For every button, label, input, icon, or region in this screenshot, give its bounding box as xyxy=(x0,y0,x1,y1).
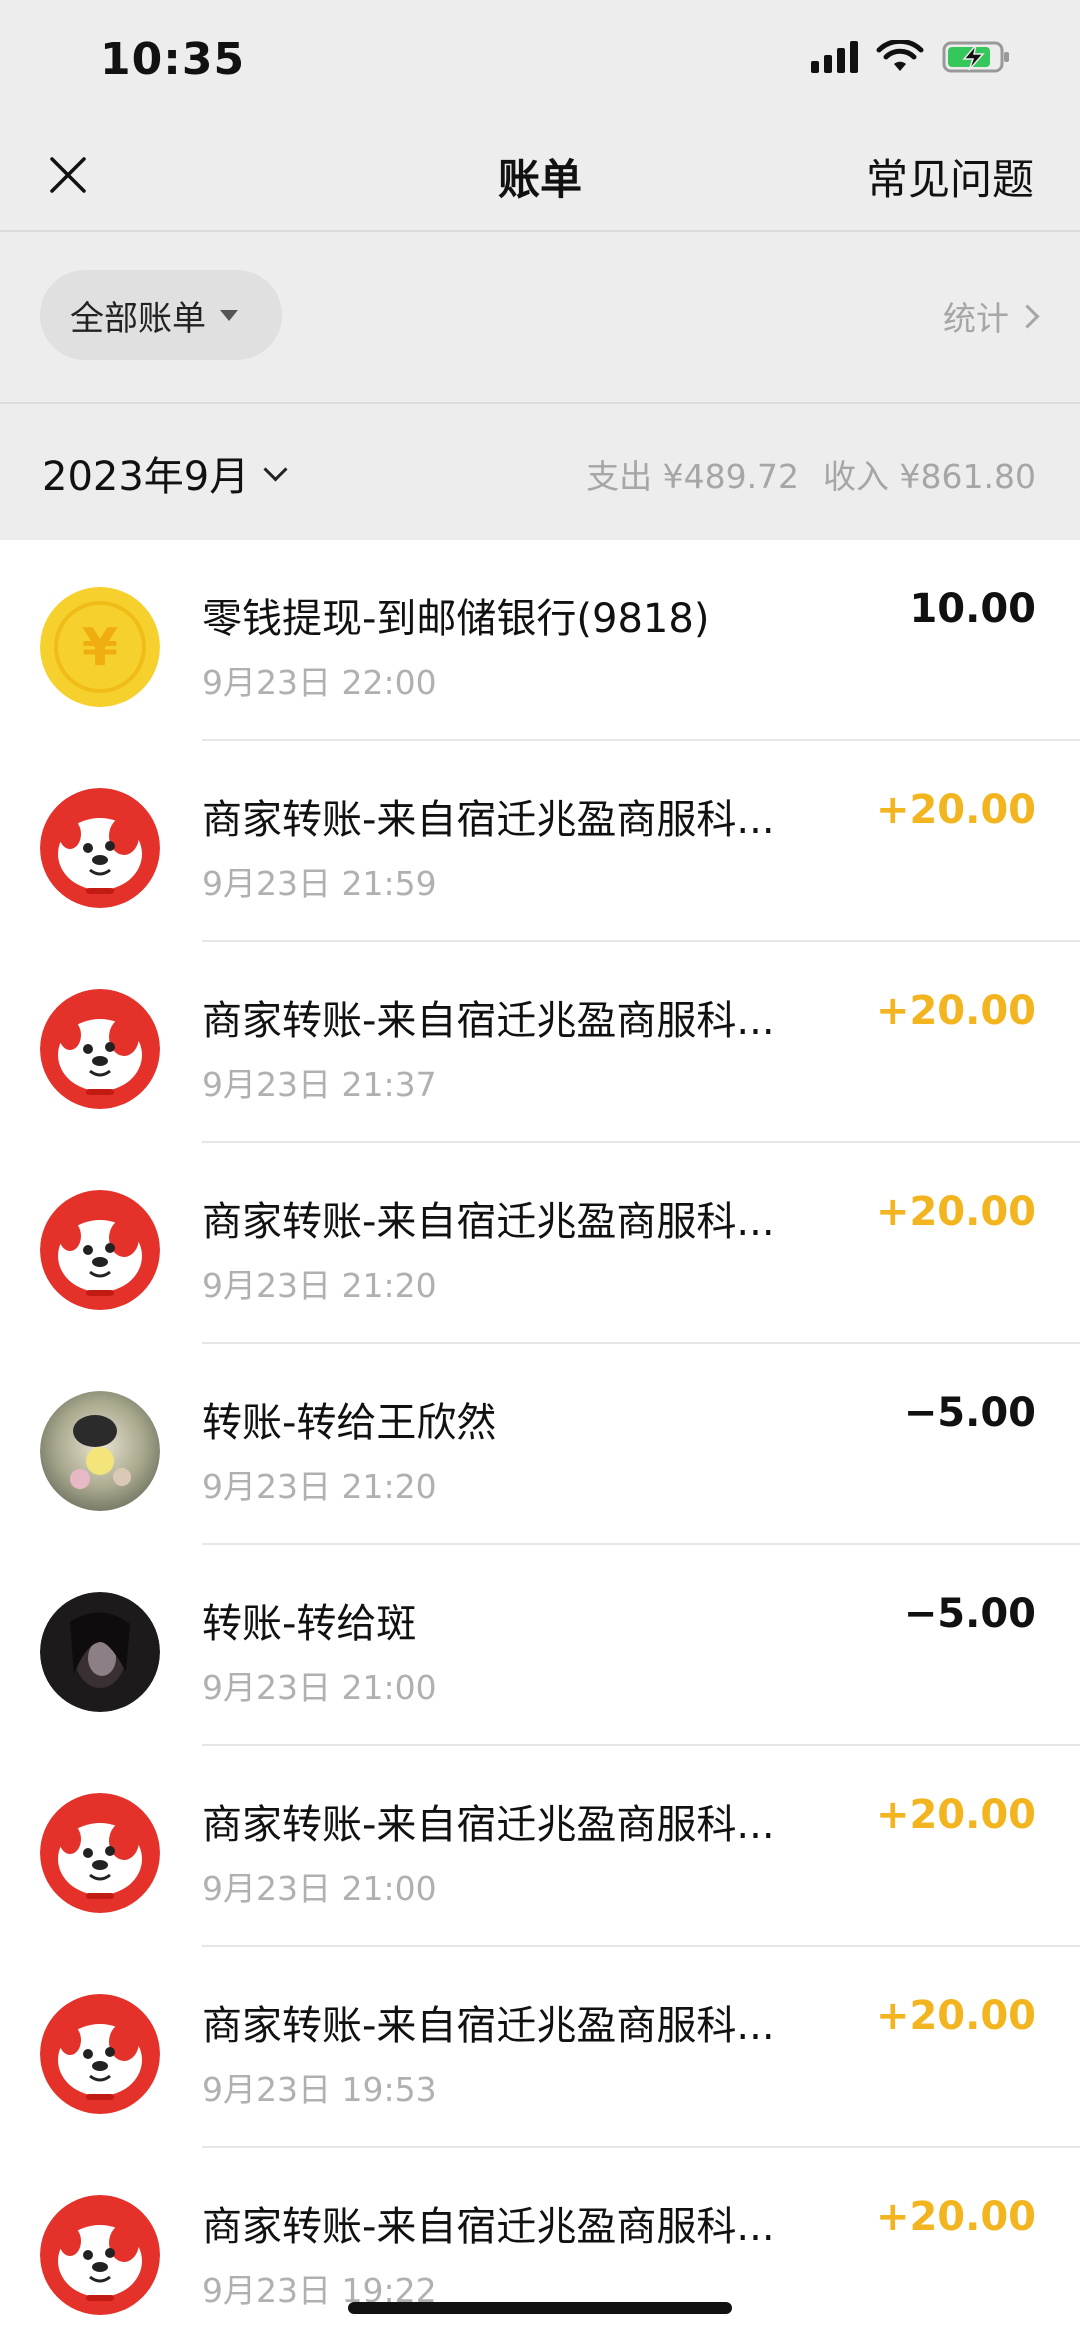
transaction-time: 9月23日 21:37 xyxy=(202,1065,437,1104)
status-bar: 10:35 xyxy=(0,0,1080,120)
transaction-row[interactable]: 商家转账-来自宿迁兆盈商服科... 9月23日 19:53 +20.00 xyxy=(0,1947,1080,2148)
transaction-row[interactable]: 商家转账-来自宿迁兆盈商服科... 9月23日 21:59 +20.00 xyxy=(0,741,1080,942)
jd-dog-avatar xyxy=(40,788,160,908)
home-indicator xyxy=(348,2302,732,2314)
jd-dog-avatar xyxy=(40,989,160,1109)
month-selector[interactable]: 2023年9月 xyxy=(42,444,288,502)
transaction-title: 商家转账-来自宿迁兆盈商服科... xyxy=(202,1802,775,1848)
transaction-amount: +20.00 xyxy=(875,988,1036,1034)
nav-bar: 账单 常见问题 xyxy=(0,120,1080,232)
svg-text:¥: ¥ xyxy=(82,618,118,678)
filter-row: 全部账单 统计 xyxy=(0,232,1080,404)
transaction-amount: −5.00 xyxy=(903,1591,1036,1637)
expense-total: 支出 ¥489.72 xyxy=(586,457,800,496)
jd-dog-avatar xyxy=(40,1994,160,2114)
transaction-amount: +20.00 xyxy=(875,787,1036,833)
jd-dog-avatar xyxy=(40,1190,160,1310)
transaction-amount: +20.00 xyxy=(875,1189,1036,1235)
transaction-amount: +20.00 xyxy=(875,1993,1036,2039)
month-totals: 支出 ¥489.72 收入 ¥861.80 xyxy=(586,450,1036,498)
status-icons xyxy=(811,40,1012,74)
transaction-time: 9月23日 21:00 xyxy=(202,1869,437,1908)
battery-charging-icon xyxy=(942,41,1009,73)
jd-dog-avatar xyxy=(40,1793,160,1913)
transaction-title: 商家转账-来自宿迁兆盈商服科... xyxy=(202,797,775,843)
transaction-title: 商家转账-来自宿迁兆盈商服科... xyxy=(202,2204,775,2250)
chevron-down-icon xyxy=(263,456,288,482)
transaction-row[interactable]: 转账-转给斑 9月23日 21:00 −5.00 xyxy=(0,1545,1080,1746)
transaction-title: 转账-转给斑 xyxy=(202,1601,417,1647)
transaction-row[interactable]: ¥ 零钱提现-到邮储银行(9818) 9月23日 22:00 10.00 xyxy=(0,540,1080,741)
statistics-link[interactable]: 统计 xyxy=(943,292,1040,340)
transaction-title: 商家转账-来自宿迁兆盈商服科... xyxy=(202,1199,775,1245)
photo-avatar-dark xyxy=(40,1592,160,1712)
coin-icon: ¥ xyxy=(40,587,160,707)
bill-filter-label: 全部账单 xyxy=(70,298,206,339)
transaction-row[interactable]: 转账-转给王欣然 9月23日 21:20 −5.00 xyxy=(0,1344,1080,1545)
statistics-label: 统计 xyxy=(943,299,1009,338)
transaction-amount: 10.00 xyxy=(909,586,1036,632)
transaction-title: 零钱提现-到邮储银行(9818) xyxy=(202,596,710,642)
transaction-list: ¥ 零钱提现-到邮储银行(9818) 9月23日 22:00 10.00 商家转… xyxy=(0,540,1080,2337)
income-total: 收入 ¥861.80 xyxy=(823,457,1036,496)
status-time: 10:35 xyxy=(100,34,246,85)
month-summary-bar: 2023年9月 支出 ¥489.72 收入 ¥861.80 xyxy=(0,404,1080,540)
transaction-row[interactable]: 商家转账-来自宿迁兆盈商服科... 9月23日 21:00 +20.00 xyxy=(0,1746,1080,1947)
faq-link[interactable]: 常见问题 xyxy=(866,146,1034,207)
transaction-row[interactable]: 商家转账-来自宿迁兆盈商服科... 9月23日 21:20 +20.00 xyxy=(0,1143,1080,1344)
transaction-time: 9月23日 21:20 xyxy=(202,1467,437,1506)
bill-filter-dropdown[interactable]: 全部账单 xyxy=(40,270,282,360)
jd-dog-avatar xyxy=(40,2195,160,2315)
transaction-time: 9月23日 22:00 xyxy=(202,663,437,702)
chevron-right-icon xyxy=(1015,303,1040,329)
transaction-time: 9月23日 21:59 xyxy=(202,864,437,903)
transaction-amount: +20.00 xyxy=(875,2194,1036,2240)
transaction-row[interactable]: 商家转账-来自宿迁兆盈商服科... 9月23日 21:37 +20.00 xyxy=(0,942,1080,1143)
transaction-title: 商家转账-来自宿迁兆盈商服科... xyxy=(202,998,775,1044)
transaction-time: 9月23日 19:53 xyxy=(202,2070,437,2109)
transaction-title: 转账-转给王欣然 xyxy=(202,1400,497,1446)
caret-down-icon xyxy=(220,309,238,321)
transaction-time: 9月23日 21:00 xyxy=(202,1668,437,1707)
transaction-time: 9月23日 21:20 xyxy=(202,1266,437,1305)
wifi-icon xyxy=(876,40,924,71)
transaction-title: 商家转账-来自宿迁兆盈商服科... xyxy=(202,2003,775,2049)
transaction-amount: −5.00 xyxy=(903,1390,1036,1436)
signal-icon xyxy=(811,41,858,73)
month-label: 2023年9月 xyxy=(42,454,250,500)
photo-avatar-light xyxy=(40,1391,160,1511)
transaction-amount: +20.00 xyxy=(875,1792,1036,1838)
